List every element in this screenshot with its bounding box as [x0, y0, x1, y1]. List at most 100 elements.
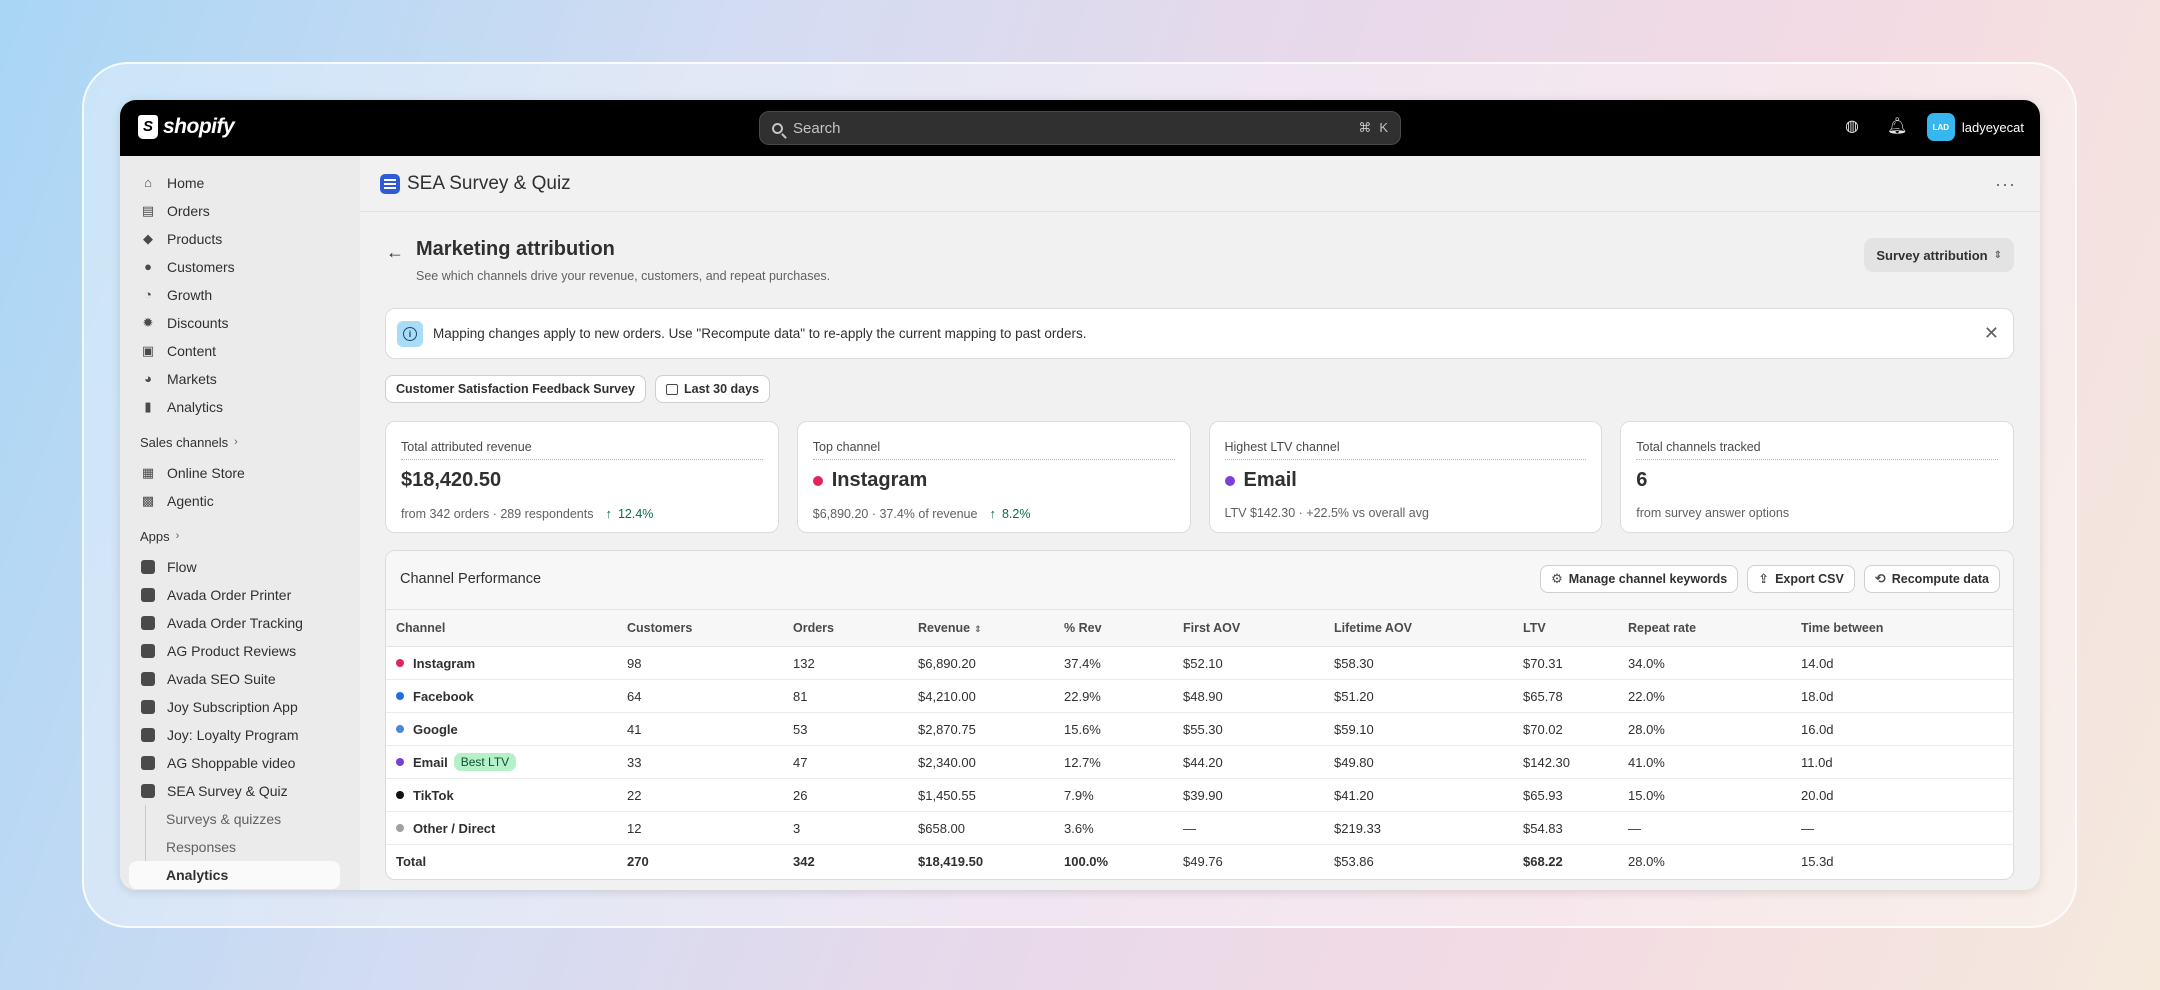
sidebar-item-ag-product-reviews[interactable]: AG Product Reviews — [120, 637, 360, 665]
sidebar-item-flow[interactable]: Flow — [120, 553, 360, 581]
column-header[interactable]: Channel — [386, 609, 627, 647]
back-arrow-icon[interactable]: ← — [386, 242, 404, 263]
close-icon[interactable]: ✕ — [1984, 323, 1999, 344]
orders-cell: 132 — [793, 646, 918, 680]
attribution-mode-label: Survey attribution — [1876, 247, 1988, 263]
column-header-revenue[interactable]: Revenue ⇕ — [918, 609, 1064, 647]
column-header[interactable]: Orders — [793, 609, 918, 647]
first-aov-cell: $52.10 — [1183, 646, 1334, 680]
recompute-data-button[interactable]: ⟲ Recompute data — [1863, 565, 2000, 593]
survey-filter[interactable]: Customer Satisfaction Feedback Survey — [385, 375, 646, 403]
orders-cell: 81 — [793, 679, 918, 713]
sidebar-item-ag-shoppable-video[interactable]: AG Shoppable video — [120, 749, 360, 777]
kpi-meta: $6,890.20 · 37.4% of revenue ↑ 8.2% — [813, 506, 1175, 521]
sidebar-item-sea-survey-quiz[interactable]: SEA Survey & Quiz — [120, 777, 360, 805]
discount-icon: ✹ — [142, 315, 154, 330]
user-name: ladyeyecat — [1961, 119, 2024, 135]
more-actions-icon[interactable]: ··· — [1995, 174, 2016, 195]
sidebar-item-growth[interactable]: ◔ Growth — [120, 281, 360, 309]
time-between-cell: 11.0d — [1801, 745, 2013, 779]
export-csv-button[interactable]: ⇪ Export CSV — [1747, 565, 1855, 593]
kpi-value: 6 — [1636, 469, 1998, 492]
pct-rev-cell: 7.9% — [1064, 778, 1183, 812]
sidebar-item-analytics[interactable]: ▮ Analytics — [120, 393, 360, 421]
total-first-aov: $49.76 — [1183, 853, 1223, 869]
channel-cell: Google — [386, 712, 627, 746]
sidebar-item-content[interactable]: ▣ Content — [120, 337, 360, 365]
home-icon: ⌂ — [144, 175, 152, 190]
ltv-cell: $142.30 — [1523, 745, 1628, 779]
sidebar-item-survey-analytics[interactable]: Analytics — [129, 861, 340, 889]
table-row[interactable]: Other / Direct 12 3 $658.00 3.6% — $219.… — [386, 811, 2013, 845]
ltv-cell: $70.31 — [1523, 646, 1628, 680]
column-header[interactable]: Repeat rate — [1628, 609, 1801, 647]
app-icon — [141, 756, 155, 770]
tag-icon: ◆ — [143, 231, 153, 246]
kpi-row: Total attributed revenue $18,420.50 from… — [385, 421, 2014, 533]
sidebar-item-products[interactable]: ◆ Products — [120, 225, 360, 253]
lifetime-aov-cell: $219.33 — [1334, 811, 1523, 845]
sidebar-item-label: Home — [167, 175, 205, 191]
select-arrows-icon: ⇕ — [1993, 249, 2002, 261]
search-shortcut: ⌘ K — [1358, 120, 1388, 136]
kpi-label: Top channel — [812, 440, 1175, 460]
sidebar-item-customers[interactable]: ● Customers — [120, 253, 360, 281]
sidebar-item-avada-order-printer[interactable]: Avada Order Printer — [120, 581, 360, 609]
pct-rev-cell: 37.4% — [1064, 646, 1183, 680]
user-menu[interactable]: LAD ladyeyecat — [1926, 113, 2024, 141]
table-row[interactable]: Instagram 98 132 $6,890.20 37.4% $52.10 … — [386, 646, 2013, 680]
channel-table: Channel Customers Orders Revenue ⇕ % Rev … — [386, 609, 2013, 878]
table-row[interactable]: Facebook 64 81 $4,210.00 22.9% $48.90 $5… — [386, 679, 2013, 713]
repeat-rate-cell: 15.0% — [1628, 778, 1801, 812]
total-label: Total — [396, 853, 427, 869]
search-input[interactable]: Search ⌘ K — [759, 111, 1401, 145]
sidebar-item-joy-loyalty[interactable]: Joy: Loyalty Program — [120, 721, 360, 749]
sidebar-item-agentic[interactable]: ▩ Agentic — [120, 487, 360, 515]
date-range-label: Last 30 days — [683, 382, 760, 396]
main-content: SEA Survey & Quiz ··· ← Marketing attrib… — [360, 156, 2040, 890]
customers-cell: 41 — [627, 712, 793, 746]
sidebar-item-label: Avada SEO Suite — [167, 671, 276, 687]
sidebar-item-orders[interactable]: ▤ Orders — [120, 197, 360, 225]
sales-channels-section[interactable]: Sales channels › — [120, 431, 360, 453]
kpi-meta-text: from 342 orders · 289 respondents — [401, 506, 594, 521]
column-header[interactable]: Customers — [627, 609, 793, 647]
customers-cell: 64 — [627, 679, 793, 713]
app-icon — [141, 672, 155, 686]
sidebar-item-avada-seo-suite[interactable]: Avada SEO Suite — [120, 665, 360, 693]
total-orders: 342 — [793, 853, 815, 869]
table-row[interactable]: Email Best LTV 33 47 $2,340.00 12.7% $44.… — [386, 745, 2013, 779]
customers-cell: 22 — [627, 778, 793, 812]
table-row[interactable]: Google 41 53 $2,870.75 15.6% $55.30 $59.… — [386, 712, 2013, 746]
table-row[interactable]: TikTok 22 26 $1,450.55 7.9% $39.90 $41.2… — [386, 778, 2013, 812]
shopify-logo[interactable]: shopify — [138, 115, 235, 139]
repeat-rate-cell: — — [1628, 811, 1801, 845]
lifetime-aov-cell: $49.80 — [1334, 745, 1523, 779]
apps-section[interactable]: Apps › — [120, 525, 360, 547]
sidebar-item-markets[interactable]: ◕ Markets — [120, 365, 360, 393]
column-header[interactable]: First AOV — [1183, 609, 1334, 647]
sidebar-item-surveys-quizzes[interactable]: Surveys & quizzes — [120, 805, 360, 833]
column-header[interactable]: Lifetime AOV — [1334, 609, 1523, 647]
date-range-filter[interactable]: Last 30 days — [654, 375, 771, 403]
attribution-mode-select[interactable]: Survey attribution ⇕ — [1864, 238, 2014, 272]
sort-icon: ⇕ — [974, 624, 982, 634]
sidebar-item-responses[interactable]: Responses — [120, 833, 360, 861]
sidebar-item-joy-subscription[interactable]: Joy Subscription App — [120, 693, 360, 721]
column-header[interactable]: LTV — [1523, 609, 1628, 647]
total-lifetime-aov: $53.86 — [1334, 853, 1374, 869]
sidebar-item-avada-order-tracking[interactable]: Avada Order Tracking — [120, 609, 360, 637]
sidebar-item-discounts[interactable]: ✹ Discounts — [120, 309, 360, 337]
column-header[interactable]: % Rev — [1064, 609, 1183, 647]
channel-dot — [396, 725, 404, 733]
sidekick-icon[interactable]: ◍ — [1842, 117, 1862, 137]
total-customers: 270 — [627, 853, 649, 869]
time-between-cell: 16.0d — [1801, 712, 2013, 746]
channel-name: Instagram — [413, 655, 476, 671]
column-header[interactable]: Time between — [1801, 609, 2013, 647]
time-between-cell: — — [1801, 811, 2013, 845]
bell-icon[interactable]: 🔔︎ — [1887, 117, 1907, 137]
manage-keywords-button[interactable]: ⚙ Manage channel keywords — [1540, 565, 1739, 593]
sidebar-item-online-store[interactable]: ▦ Online Store — [120, 459, 360, 487]
sidebar-item-home[interactable]: ⌂ Home — [120, 169, 360, 197]
